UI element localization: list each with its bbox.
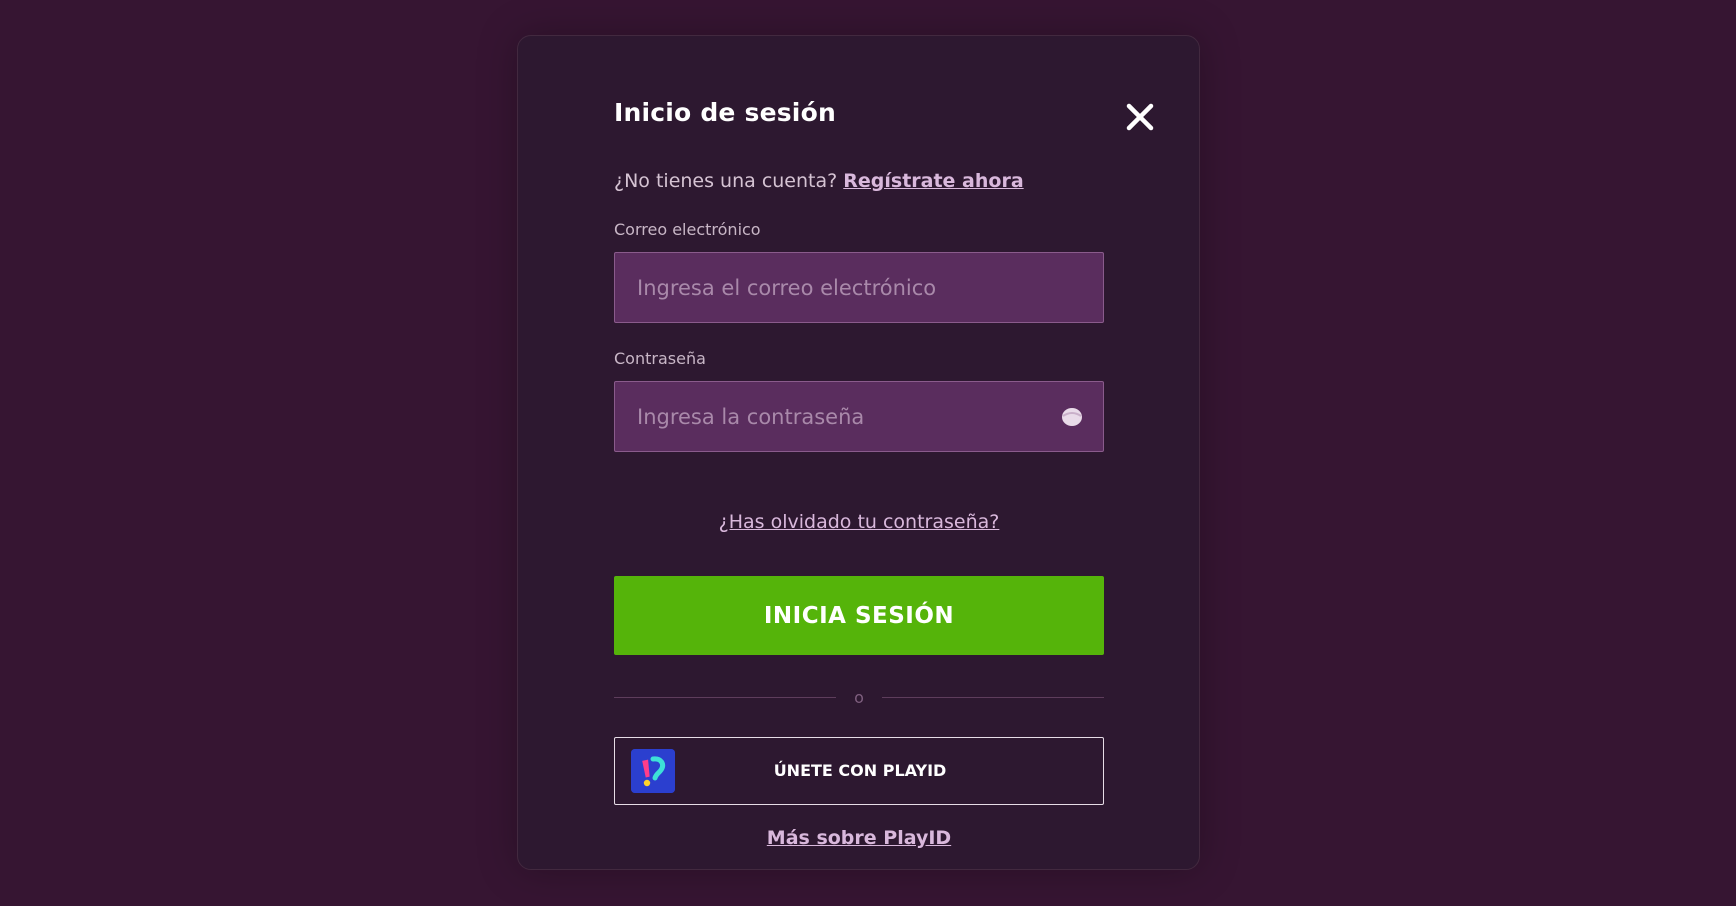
password-field-container (614, 381, 1104, 452)
eye-icon (1062, 408, 1082, 426)
email-field[interactable] (615, 253, 1103, 322)
modal-title: Inicio de sesión (614, 98, 836, 127)
password-field[interactable] (615, 382, 1103, 451)
password-label: Contraseña (614, 349, 706, 368)
email-field-container (614, 252, 1104, 323)
register-link[interactable]: Regístrate ahora (843, 170, 1023, 192)
divider-line-right (882, 697, 1104, 698)
close-icon (1126, 103, 1154, 131)
more-playid-link[interactable]: Más sobre PlayID (614, 827, 1104, 849)
register-prompt: ¿No tienes una cuenta? Regístrate ahora (614, 170, 1024, 192)
forgot-password-link[interactable]: ¿Has olvidado tu contraseña? (614, 511, 1104, 533)
no-account-text: ¿No tienes una cuenta? (614, 170, 838, 192)
close-button[interactable] (1124, 101, 1156, 133)
login-modal: Inicio de sesión ¿No tienes una cuenta? … (517, 35, 1200, 870)
password-visibility-toggle[interactable] (1061, 406, 1083, 428)
email-label: Correo electrónico (614, 220, 761, 239)
playid-button-label: ÚNETE CON PLAYID (773, 761, 947, 780)
login-button[interactable]: INICIA SESIÓN (614, 576, 1104, 655)
or-divider: o (614, 686, 1104, 710)
playid-button[interactable]: ÚNETE CON PLAYID (614, 737, 1104, 805)
